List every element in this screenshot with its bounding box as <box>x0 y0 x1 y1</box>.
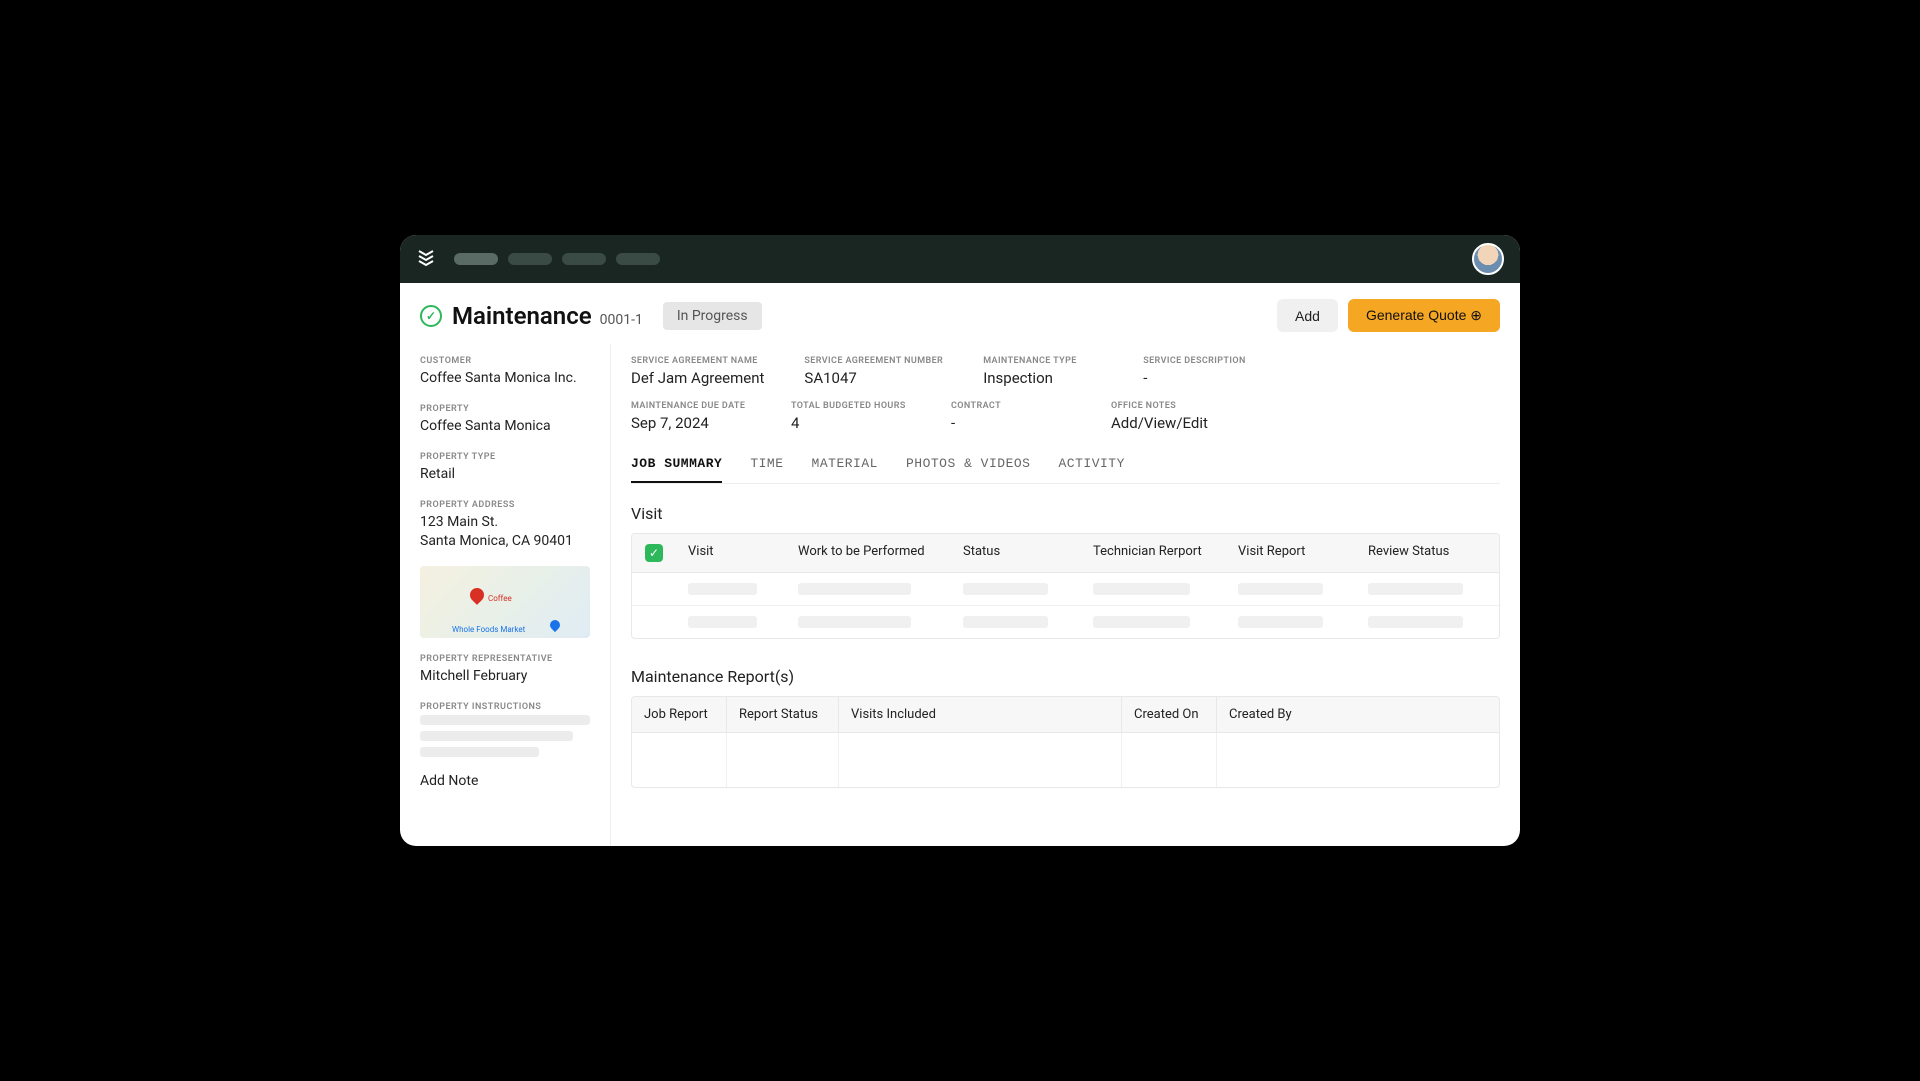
th-report-status: Report Status <box>727 697 839 732</box>
property-value: Coffee Santa Monica <box>420 417 590 436</box>
topbar <box>400 235 1520 283</box>
th-visit: Visit <box>676 534 786 572</box>
visit-table: ✓ Visit Work to be Performed Status Tech… <box>631 533 1500 639</box>
app-window: ✓ Maintenance 0001-1 In Progress Add Gen… <box>400 235 1520 846</box>
customer-value: Coffee Santa Monica Inc. <box>420 369 590 388</box>
budget-label: TOTAL BUDGETED HOURS <box>791 401 911 411</box>
th-status: Status <box>951 534 1081 572</box>
status-badge: In Progress <box>663 302 762 330</box>
due-date-value: Sep 7, 2024 <box>631 414 751 432</box>
page-header: ✓ Maintenance 0001-1 In Progress Add Gen… <box>400 283 1520 344</box>
breadcrumb-pills <box>454 253 660 265</box>
service-desc-value: - <box>1143 369 1263 387</box>
maintenance-icon: ✓ <box>420 305 442 327</box>
property-address-line1: 123 Main St. <box>420 513 590 532</box>
agreement-name-value: Def Jam Agreement <box>631 369 764 387</box>
tabs: JOB SUMMARY TIME MATERIAL PHOTOS & VIDEO… <box>631 450 1500 484</box>
breadcrumb-pill[interactable] <box>508 253 552 265</box>
map-label-store: Whole Foods Market <box>452 625 525 634</box>
property-type-label: PROPERTY TYPE <box>420 452 590 462</box>
agreement-num-label: SERVICE AGREEMENT NUMBER <box>804 356 943 366</box>
due-date-label: MAINTENANCE DUE DATE <box>631 401 751 411</box>
reports-table: Job Report Report Status Visits Included… <box>631 696 1500 788</box>
page-title: Maintenance <box>452 302 592 330</box>
rep-label: PROPERTY REPRESENTATIVE <box>420 654 590 664</box>
page-number: 0001-1 <box>600 312 643 328</box>
contract-value: - <box>951 414 1071 432</box>
breadcrumb-pill[interactable] <box>454 253 498 265</box>
breadcrumb-pill[interactable] <box>616 253 660 265</box>
office-notes-label: OFFICE NOTES <box>1111 401 1231 411</box>
th-created-by: Created By <box>1217 697 1499 732</box>
main-panel: SERVICE AGREEMENT NAME Def Jam Agreement… <box>610 344 1520 846</box>
customer-label: CUSTOMER <box>420 356 590 366</box>
tab-photos[interactable]: PHOTOS & VIDEOS <box>906 450 1031 483</box>
contract-label: CONTRACT <box>951 401 1071 411</box>
map-label-coffee: Coffee <box>488 594 512 603</box>
tab-time[interactable]: TIME <box>750 450 783 483</box>
add-button[interactable]: Add <box>1277 299 1338 332</box>
sidebar: CUSTOMER Coffee Santa Monica Inc. PROPER… <box>400 344 610 846</box>
table-row[interactable] <box>632 573 1499 606</box>
service-desc-label: SERVICE DESCRIPTION <box>1143 356 1263 366</box>
th-visit-report: Visit Report <box>1226 534 1356 572</box>
rep-value: Mitchell February <box>420 667 590 686</box>
breadcrumb-pill[interactable] <box>562 253 606 265</box>
agreement-name-label: SERVICE AGREEMENT NAME <box>631 356 764 366</box>
th-job-report: Job Report <box>632 697 727 732</box>
property-map[interactable]: Coffee Whole Foods Market <box>420 566 590 638</box>
th-tech-report: Technician Rerport <box>1081 534 1226 572</box>
app-logo-icon[interactable] <box>416 247 436 272</box>
tab-job-summary[interactable]: JOB SUMMARY <box>631 450 722 483</box>
select-all-checkbox[interactable]: ✓ <box>645 544 663 562</box>
reports-section-title: Maintenance Report(s) <box>631 667 1500 686</box>
add-note-link[interactable]: Add Note <box>420 773 590 789</box>
map-pin-icon <box>548 618 562 632</box>
map-pin-icon <box>467 586 487 606</box>
th-visits-included: Visits Included <box>839 697 1122 732</box>
budget-value: 4 <box>791 414 911 432</box>
property-address-label: PROPERTY ADDRESS <box>420 500 590 510</box>
instructions-label: PROPERTY INSTRUCTIONS <box>420 702 590 712</box>
generate-quote-button[interactable]: Generate Quote ⊕ <box>1348 299 1500 332</box>
tab-activity[interactable]: ACTIVITY <box>1059 450 1125 483</box>
th-review-status: Review Status <box>1356 534 1499 572</box>
instructions-placeholder <box>420 715 590 757</box>
th-created-on: Created On <box>1122 697 1217 732</box>
table-row[interactable] <box>632 606 1499 638</box>
user-avatar[interactable] <box>1472 243 1504 275</box>
property-label: PROPERTY <box>420 404 590 414</box>
tab-material[interactable]: MATERIAL <box>812 450 878 483</box>
property-type-value: Retail <box>420 465 590 484</box>
maint-type-value: Inspection <box>983 369 1103 387</box>
property-address-line2: Santa Monica, CA 90401 <box>420 532 590 551</box>
visit-section-title: Visit <box>631 504 1500 523</box>
agreement-num-value: SA1047 <box>804 369 943 387</box>
th-work: Work to be Performed <box>786 534 951 572</box>
maint-type-label: MAINTENANCE TYPE <box>983 356 1103 366</box>
table-row[interactable] <box>632 733 1499 787</box>
office-notes-value[interactable]: Add/View/Edit <box>1111 414 1231 432</box>
